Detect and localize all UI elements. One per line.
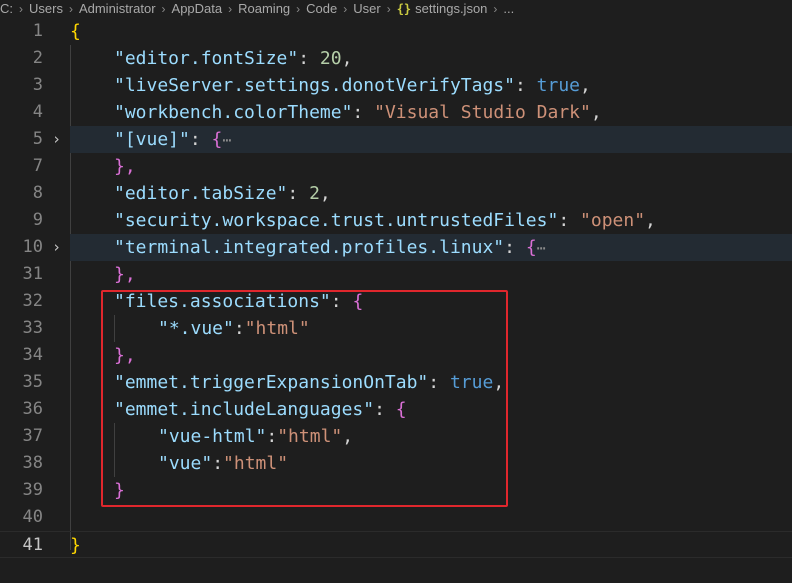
line-number: 39 — [22, 480, 43, 500]
chevron-right-icon: › — [386, 2, 391, 16]
json-value: true — [536, 75, 581, 96]
code-line[interactable]: 40 — [0, 504, 792, 531]
chevron-right-icon[interactable]: › — [52, 234, 61, 261]
colon: : — [558, 210, 581, 231]
line-number: 38 — [22, 453, 43, 473]
json-value: 20 — [319, 48, 342, 69]
code-line[interactable]: 1 { — [0, 18, 792, 45]
comma: , — [645, 210, 656, 231]
json-key: "editor.fontSize" — [114, 48, 299, 69]
breadcrumb-more[interactable]: ... — [503, 0, 514, 17]
folded-ellipsis[interactable]: ⋯ — [537, 239, 546, 257]
line-number: 1 — [32, 21, 43, 41]
line-number: 8 — [32, 183, 43, 203]
breadcrumb-item-appdata[interactable]: AppData — [172, 0, 223, 17]
breadcrumb-item-code[interactable]: Code — [306, 0, 337, 17]
breadcrumb-item-users[interactable]: Users — [29, 0, 63, 17]
line-number: 40 — [22, 507, 43, 527]
open-brace: { — [525, 237, 537, 258]
code-line[interactable]: 9 "security.workspace.trust.untrustedFil… — [0, 207, 792, 234]
colon: : — [514, 75, 537, 96]
line-number: 41 — [22, 535, 43, 555]
line-number: 31 — [22, 264, 43, 284]
code-line-folded[interactable]: 5 › "[vue]": {⋯ — [0, 126, 792, 153]
line-number: 5 — [32, 129, 43, 149]
json-value: 2 — [309, 183, 320, 204]
chevron-right-icon: › — [493, 2, 498, 16]
code-text: } — [70, 535, 81, 556]
line-number: 37 — [22, 426, 43, 446]
chevron-right-icon: › — [68, 2, 73, 16]
json-key: "[vue]" — [114, 129, 190, 150]
annotation-highlight-box — [101, 290, 508, 507]
line-number: 35 — [22, 372, 43, 392]
chevron-right-icon: › — [296, 2, 301, 16]
code-text: }, — [114, 156, 136, 177]
json-key: "terminal.integrated.profiles.linux" — [114, 237, 505, 258]
breadcrumb: C: › Users › Administrator › AppData › Roaming › C… — [0, 0, 792, 18]
code-text: { — [70, 21, 81, 42]
line-number: 36 — [22, 399, 43, 419]
folded-ellipsis[interactable]: ⋯ — [222, 131, 231, 149]
chevron-right-icon: › — [343, 2, 348, 16]
json-key: "workbench.colorTheme" — [114, 102, 353, 123]
colon: : — [352, 102, 375, 123]
json-file-icon: {} — [396, 2, 412, 16]
line-number: 7 — [32, 156, 43, 176]
code-line-current[interactable]: 41 } — [0, 531, 792, 558]
chevron-right-icon: › — [161, 2, 166, 16]
json-key: "liveServer.settings.donotVerifyTags" — [114, 75, 515, 96]
colon: : — [298, 48, 320, 69]
chevron-right-icon: › — [228, 2, 233, 16]
comma: , — [341, 48, 353, 69]
line-number: 4 — [32, 102, 43, 122]
comma: , — [590, 102, 602, 123]
breadcrumb-item-administrator[interactable]: Administrator — [79, 0, 156, 17]
line-number: 33 — [22, 318, 43, 338]
line-number: 9 — [32, 210, 43, 230]
breadcrumb-item-file[interactable]: settings.json — [415, 0, 487, 17]
json-key: "security.workspace.trust.untrustedFiles… — [114, 210, 559, 231]
json-key: "editor.tabSize" — [114, 183, 288, 204]
code-text: }, — [114, 264, 136, 285]
breadcrumb-item-drive[interactable]: C: — [0, 0, 13, 17]
code-line[interactable]: 8 "editor.tabSize": 2, — [0, 180, 792, 207]
code-line-folded[interactable]: 10 › "terminal.integrated.profiles.linux… — [0, 234, 792, 261]
code-line[interactable]: 4 "workbench.colorTheme": "Visual Studio… — [0, 99, 792, 126]
json-value: "Visual Studio Dark" — [374, 102, 591, 123]
line-number: 34 — [22, 345, 43, 365]
chevron-right-icon[interactable]: › — [52, 126, 61, 153]
open-brace: { — [211, 129, 223, 150]
code-line[interactable]: 2 "editor.fontSize": 20, — [0, 45, 792, 72]
code-line[interactable]: 3 "liveServer.settings.donotVerifyTags":… — [0, 72, 792, 99]
line-number: 10 — [22, 237, 43, 257]
breadcrumb-item-roaming[interactable]: Roaming — [238, 0, 290, 17]
code-line[interactable]: 31 }, — [0, 261, 792, 288]
comma: , — [319, 183, 331, 204]
chevron-right-icon: › — [19, 2, 23, 16]
colon: : — [189, 129, 212, 150]
breadcrumb-item-user[interactable]: User — [353, 0, 380, 17]
colon: : — [287, 183, 310, 204]
comma: , — [580, 75, 591, 96]
line-number: 32 — [22, 291, 43, 311]
code-line[interactable]: 7 }, — [0, 153, 792, 180]
colon: : — [504, 237, 526, 258]
line-number: 2 — [32, 48, 43, 68]
line-number: 3 — [32, 75, 43, 95]
json-value: "open" — [580, 210, 646, 231]
